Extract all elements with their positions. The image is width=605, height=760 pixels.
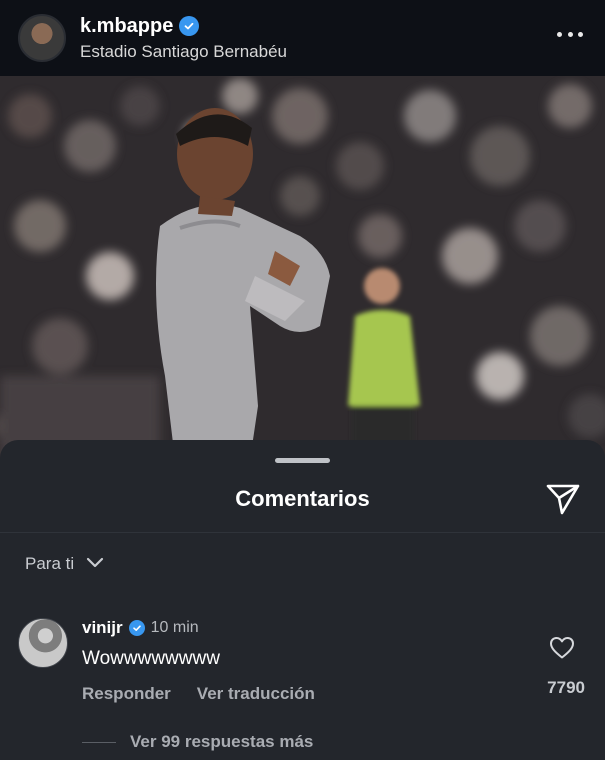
verified-badge-icon [128, 620, 145, 636]
filter-label: Para ti [25, 554, 75, 573]
more-options-button[interactable] [557, 24, 583, 44]
stadium-celebration-image [0, 76, 605, 460]
like-count: 7790 [547, 678, 585, 697]
heart-outline-icon[interactable] [549, 636, 575, 660]
comment-filter-dropdown[interactable]: Para ti [25, 554, 104, 574]
commenter-username[interactable]: vinijr [82, 618, 123, 638]
more-dot-icon [567, 31, 573, 37]
comment-header: vinijr 10 min [82, 618, 199, 638]
post-header: k.mbappe Estadio Santiago Bernabéu [0, 0, 605, 76]
post-photo[interactable] [0, 76, 605, 460]
view-replies-button[interactable]: Ver 99 respuestas más [82, 732, 313, 752]
verified-badge-icon [179, 16, 200, 36]
more-dot-icon [557, 31, 562, 37]
chevron-down-icon [86, 554, 104, 574]
share-paper-plane-icon[interactable] [545, 482, 581, 516]
author-username[interactable]: k.mbappe [80, 15, 173, 38]
sheet-divider [0, 532, 605, 533]
comments-sheet: Comentarios Para ti vinijr 10 min Wowwww… [0, 440, 605, 760]
author-name-row: k.mbappe [80, 15, 287, 38]
more-dot-icon [578, 31, 583, 37]
replies-line [82, 741, 116, 743]
comment-text: Wowwwwwwww [82, 648, 220, 669]
translate-button[interactable]: Ver traducción [197, 684, 315, 704]
author-avatar[interactable] [18, 14, 66, 62]
view-replies-label: Ver 99 respuestas más [130, 732, 314, 751]
comment-actions: Responder Ver traducción [82, 684, 315, 704]
commenter-avatar[interactable] [18, 618, 68, 668]
author-info: k.mbappe Estadio Santiago Bernabéu [80, 15, 287, 62]
sheet-drag-handle[interactable] [275, 458, 330, 463]
reply-button[interactable]: Responder [82, 684, 171, 704]
comment-item: vinijr 10 min Wowwwwwwww Responder Ver t… [0, 610, 605, 760]
post-location[interactable]: Estadio Santiago Bernabéu [80, 42, 287, 62]
comments-title: Comentarios [235, 486, 370, 511]
comment-timestamp: 10 min [150, 619, 199, 636]
